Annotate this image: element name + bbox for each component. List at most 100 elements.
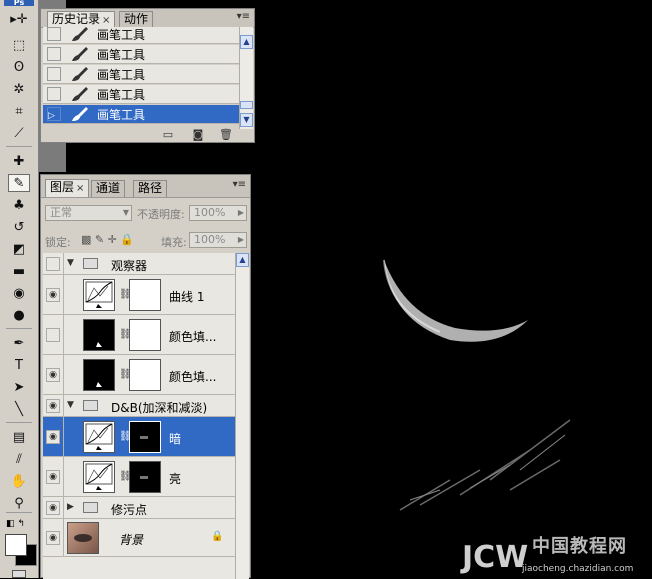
magic-wand-icon[interactable]: ✲ xyxy=(8,80,30,98)
layer-mask-thumbnail[interactable] xyxy=(129,461,161,493)
history-item[interactable]: ▷ 画笔工具 xyxy=(43,105,239,124)
eye-icon[interactable]: ◉ xyxy=(46,399,60,413)
curves-adjustment-icon xyxy=(83,461,115,493)
row-divider xyxy=(63,457,64,496)
snapshot-source-checkbox[interactable] xyxy=(47,87,61,101)
line-icon[interactable]: ╲ xyxy=(8,400,30,418)
brush-icon[interactable]: ✎ xyxy=(8,174,30,192)
eye-icon[interactable]: ◉ xyxy=(46,368,60,382)
layer-group-row[interactable]: ▼ 观察器 xyxy=(43,253,235,275)
layer-mask-thumbnail[interactable] xyxy=(129,279,161,311)
zoom-icon[interactable]: ⚲ xyxy=(8,494,30,512)
close-icon[interactable]: × xyxy=(102,15,110,26)
layer-name: 背景 xyxy=(119,533,144,547)
folder-icon xyxy=(83,258,98,269)
crop-icon[interactable]: ⌗ xyxy=(8,102,30,120)
blend-mode-select[interactable]: 正常 ▼ xyxy=(45,205,132,221)
snapshot-source-checkbox[interactable] xyxy=(47,67,61,81)
marquee-icon[interactable]: ⬚ xyxy=(8,36,30,54)
layer-row[interactable]: ◉ ⛓ 颜色填... xyxy=(43,355,235,395)
layer-row[interactable]: ◉ 背景 🔒 xyxy=(43,519,235,557)
eyedropper-icon[interactable]: ⫽ xyxy=(8,450,30,468)
layer-row[interactable]: ◉ ⛓ 亮 xyxy=(43,457,235,497)
scroll-down-icon[interactable]: ▼ xyxy=(240,113,253,127)
folder-icon xyxy=(83,400,98,411)
lasso-icon[interactable]: ʘ xyxy=(8,58,30,76)
history-item-label: 画笔工具 xyxy=(97,87,146,102)
dodge-icon[interactable]: ● xyxy=(8,306,30,324)
clone-stamp-icon[interactable]: ♣ xyxy=(8,196,30,214)
foreground-color[interactable] xyxy=(5,534,27,556)
lock-icons[interactable]: ▩ ✎ ✛ 🔒 xyxy=(81,233,134,246)
eye-icon[interactable]: ◉ xyxy=(46,288,60,302)
opacity-input[interactable]: 100% ▶ xyxy=(189,205,247,221)
history-item[interactable]: 画笔工具 xyxy=(43,45,239,64)
tab-actions[interactable]: 动作 xyxy=(119,11,154,28)
eye-icon[interactable]: ◉ xyxy=(46,470,60,484)
hand-icon[interactable]: ✋ xyxy=(8,472,30,490)
history-brush-icon[interactable]: ↺ xyxy=(8,218,30,236)
quick-mask-icon[interactable] xyxy=(12,570,26,578)
history-item[interactable]: 画笔工具 xyxy=(43,27,239,44)
history-item[interactable]: 画笔工具 xyxy=(43,65,239,84)
row-divider xyxy=(63,497,64,518)
scroll-up-icon[interactable]: ▲ xyxy=(236,253,249,267)
tab-layers[interactable]: 图层 × xyxy=(45,179,90,197)
layer-name: 颜色填... xyxy=(169,370,217,384)
layer-row[interactable]: ⛓ 颜色填... xyxy=(43,315,235,355)
fill-input[interactable]: 100% ▶ xyxy=(189,232,247,248)
snapshot-source-checkbox[interactable]: ▷ xyxy=(47,107,61,121)
layer-row[interactable]: ◉ ⛓ 曲线 1 xyxy=(43,275,235,315)
pen-icon[interactable]: ✒ xyxy=(8,334,30,352)
blur-icon[interactable]: ◉ xyxy=(8,284,30,302)
tab-paths[interactable]: 路径 xyxy=(133,180,168,197)
layer-name: 颜色填... xyxy=(169,330,217,344)
tab-history-label: 历史记录 xyxy=(52,12,101,26)
layer-name: 观察器 xyxy=(111,259,148,273)
close-icon[interactable]: × xyxy=(76,183,84,194)
history-item[interactable]: 画笔工具 xyxy=(43,85,239,104)
history-scrollbar[interactable]: ▲ ▼ xyxy=(239,27,253,129)
path-select-icon[interactable]: ➤ xyxy=(8,378,30,396)
tab-channels[interactable]: 通道 xyxy=(91,180,126,197)
fill-thumbnail xyxy=(83,319,115,351)
eye-icon[interactable]: ◉ xyxy=(46,430,60,444)
scroll-thumb[interactable] xyxy=(240,101,253,109)
move-icon[interactable]: ▸✛ xyxy=(8,10,30,28)
trash-icon[interactable]: 🗑 xyxy=(219,129,233,141)
layer-group-row[interactable]: ◉ ▼ D&B(加深和减淡) xyxy=(43,395,235,417)
eye-icon[interactable]: ◉ xyxy=(46,531,60,545)
expand-right-icon[interactable]: ▶ xyxy=(67,502,74,512)
expand-down-icon[interactable]: ▼ xyxy=(67,258,74,268)
layer-group-row[interactable]: ◉ ▶ 修污点 xyxy=(43,497,235,519)
history-item-label: 画笔工具 xyxy=(97,27,146,42)
snapshot-source-checkbox[interactable] xyxy=(47,47,61,61)
panel-menu-icon[interactable]: ▾≡ xyxy=(233,179,246,190)
scroll-up-icon[interactable]: ▲ xyxy=(240,35,253,49)
layers-scrollbar[interactable]: ▲ xyxy=(235,253,249,579)
slice-icon[interactable]: ⟋ xyxy=(8,124,30,142)
snapshot-source-checkbox[interactable] xyxy=(47,27,61,41)
new-doc-icon[interactable]: ▭ xyxy=(161,129,175,141)
layer-mask-thumbnail[interactable] xyxy=(129,319,161,351)
gradient-icon[interactable]: ▬ xyxy=(8,262,30,280)
panel-menu-icon[interactable]: ▾≡ xyxy=(237,11,250,22)
opacity-value: 100% xyxy=(194,206,226,219)
notes-icon[interactable]: ▤ xyxy=(8,428,30,446)
expand-down-icon[interactable]: ▼ xyxy=(67,400,74,410)
layer-mask-thumbnail[interactable] xyxy=(129,359,161,391)
layer-name: 曲线 1 xyxy=(169,290,205,304)
fill-value: 100% xyxy=(194,233,226,246)
eye-icon[interactable]: ◉ xyxy=(46,501,60,515)
swap-colors-icon[interactable]: ◧ ↰ xyxy=(6,519,25,529)
eye-icon[interactable] xyxy=(46,257,60,271)
healing-brush-icon[interactable]: ✚ xyxy=(8,152,30,170)
layers-list: ▼ 观察器 ◉ ⛓ 曲线 1 ⛓ 颜色填... ◉ ⛓ 颜色填... ◉ ▼ D&B(加深和减淡) ◉ ⛓ 暗… xyxy=(43,253,235,579)
layer-name: 亮 xyxy=(169,472,182,486)
eye-icon[interactable] xyxy=(46,328,60,342)
snapshot-icon[interactable]: ◙ xyxy=(191,129,205,141)
eraser-icon[interactable]: ◩ xyxy=(8,240,30,258)
layer-row[interactable]: ◉ ⛓ 暗 xyxy=(43,417,235,457)
layer-mask-thumbnail[interactable] xyxy=(129,421,161,453)
type-icon[interactable]: T xyxy=(8,356,30,374)
